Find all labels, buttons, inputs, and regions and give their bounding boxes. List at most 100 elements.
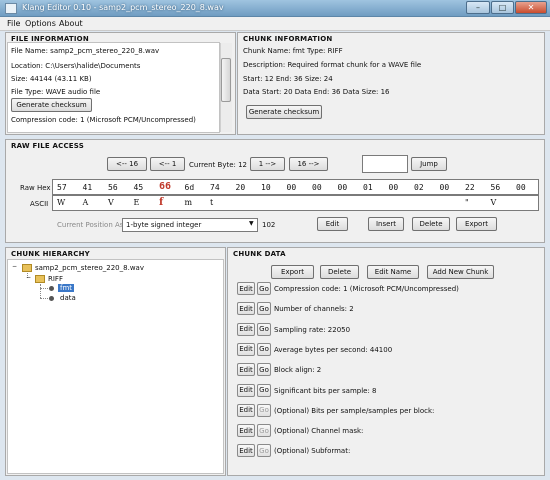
ascii-char-cell[interactable]: V bbox=[108, 198, 114, 207]
hex-byte-cell[interactable]: 74 bbox=[210, 183, 220, 192]
tree-item-fmt[interactable]: fmt bbox=[58, 284, 75, 292]
hex-byte-cell[interactable]: 02 bbox=[414, 183, 424, 192]
chunk-generate-checksum-button[interactable]: Generate checksum bbox=[246, 105, 322, 119]
menu-options[interactable]: Options bbox=[25, 19, 56, 28]
tree-root-item[interactable]: samp2_pcm_stereo_220_8.wav bbox=[35, 264, 144, 272]
hex-byte-cell[interactable]: 00 bbox=[440, 183, 450, 192]
raw-export-button[interactable]: Export bbox=[456, 217, 497, 231]
chevron-down-icon: ▼ bbox=[249, 220, 254, 227]
field-edit-button[interactable]: Edit bbox=[237, 342, 255, 356]
hex-byte-cell[interactable]: 6d bbox=[185, 183, 195, 192]
back-16-button[interactable]: <-- 16 bbox=[107, 157, 147, 171]
raw-access-title: RAW FILE ACCESS bbox=[11, 142, 84, 150]
riff-folder-icon bbox=[35, 275, 45, 283]
minimize-button[interactable]: – bbox=[466, 1, 490, 14]
ascii-char-cell[interactable]: W bbox=[57, 198, 65, 207]
ascii-char-cell[interactable]: V bbox=[491, 198, 497, 207]
menu-about[interactable]: About bbox=[59, 19, 83, 28]
maximize-button[interactable]: □ bbox=[491, 1, 514, 14]
hex-byte-cell[interactable]: 20 bbox=[236, 183, 246, 192]
field-edit-button[interactable]: Edit bbox=[237, 424, 255, 438]
chunk-description-text: Description: Required format chunk for a… bbox=[243, 61, 422, 69]
back-1-button[interactable]: <-- 1 bbox=[150, 157, 185, 171]
ascii-char-cell[interactable]: " bbox=[465, 198, 469, 207]
chunk-delete-button[interactable]: Delete bbox=[320, 265, 359, 279]
field-go-button[interactable]: Go bbox=[257, 444, 271, 458]
chunk-data-title: CHUNK DATA bbox=[233, 250, 286, 258]
ascii-label: ASCII bbox=[30, 200, 49, 208]
chunk-data-panel bbox=[227, 247, 545, 476]
close-button[interactable]: ✕ bbox=[515, 1, 547, 14]
raw-edit-button[interactable]: Edit bbox=[317, 217, 348, 231]
field-edit-button[interactable]: Edit bbox=[237, 363, 255, 377]
field-go-button[interactable]: Go bbox=[257, 363, 271, 377]
hex-byte-cell[interactable]: 57 bbox=[57, 183, 67, 192]
chunk-field-text: Significant bits per sample: 8 bbox=[274, 386, 377, 395]
hex-row[interactable]: 57 41 56 45 66 6d 74 20 10 00 00 00 01 00 02 00 22 56 00 bbox=[52, 179, 539, 195]
raw-hex-label: Raw Hex bbox=[20, 184, 51, 192]
ascii-char-cell[interactable]: f bbox=[159, 197, 163, 208]
ascii-char-cell[interactable]: A bbox=[83, 198, 89, 207]
hex-byte-cell[interactable]: 00 bbox=[312, 183, 322, 192]
field-edit-button[interactable]: Edit bbox=[237, 444, 255, 458]
field-go-button[interactable]: Go bbox=[257, 383, 271, 397]
hex-byte-cell[interactable]: 22 bbox=[465, 183, 475, 192]
field-go-button[interactable]: Go bbox=[257, 322, 271, 336]
hex-byte-cell[interactable]: 10 bbox=[261, 183, 271, 192]
position-type-value: 1-byte signed integer bbox=[126, 221, 202, 229]
tree-item-data[interactable]: data bbox=[60, 294, 76, 302]
hex-byte-cell[interactable]: 56 bbox=[491, 183, 501, 192]
jump-byte-input[interactable] bbox=[362, 155, 408, 173]
field-edit-button[interactable]: Edit bbox=[237, 282, 255, 295]
forward-1-button[interactable]: 1 --> bbox=[250, 157, 285, 171]
app-icon bbox=[5, 3, 17, 14]
ascii-row[interactable]: W A V Ef m t " V bbox=[52, 195, 539, 211]
jump-button[interactable]: Jump bbox=[411, 157, 447, 171]
hex-byte-cell[interactable]: 00 bbox=[338, 183, 348, 192]
file-generate-checksum-button[interactable]: Generate checksum bbox=[11, 98, 92, 112]
current-byte-text: Current Byte: 12 bbox=[189, 161, 248, 169]
chunk-field-text: Number of channels: 2 bbox=[274, 305, 354, 314]
hex-byte-cell[interactable]: 56 bbox=[108, 183, 118, 192]
hex-byte-cell[interactable]: 66 bbox=[159, 181, 171, 192]
tree-collapse-toggle-root[interactable]: − bbox=[12, 263, 17, 270]
position-value-text: 102 bbox=[262, 221, 276, 229]
field-go-button[interactable]: Go bbox=[257, 424, 271, 438]
chunk-name-text: Chunk Name: fmt Type: RIFF bbox=[243, 47, 343, 55]
field-edit-button[interactable]: Edit bbox=[237, 302, 255, 316]
field-go-button[interactable]: Go bbox=[257, 403, 271, 417]
field-edit-button[interactable]: Edit bbox=[237, 383, 255, 397]
menu-file[interactable]: File bbox=[7, 19, 20, 28]
tree-collapse-toggle-riff[interactable]: − bbox=[26, 274, 31, 281]
field-go-button[interactable]: Go bbox=[257, 342, 271, 356]
chunk-export-button[interactable]: Export bbox=[271, 265, 314, 279]
hex-byte-cell[interactable]: 41 bbox=[83, 183, 93, 192]
field-go-button[interactable]: Go bbox=[257, 302, 271, 316]
add-new-chunk-button[interactable]: Add New Chunk bbox=[427, 265, 494, 279]
raw-delete-button[interactable]: Delete bbox=[412, 217, 450, 231]
field-go-button[interactable]: Go bbox=[257, 282, 271, 295]
ascii-char-cell[interactable]: E bbox=[134, 198, 140, 207]
tree-riff-item[interactable]: RIFF bbox=[48, 275, 63, 283]
file-info-scroll-thumb[interactable] bbox=[221, 58, 231, 102]
ascii-char-cell[interactable]: t bbox=[210, 198, 213, 207]
hex-byte-cell[interactable]: 00 bbox=[516, 183, 526, 192]
root-file-icon bbox=[22, 264, 32, 272]
chunk-field-text: (Optional) Channel mask: bbox=[274, 427, 364, 436]
raw-insert-button[interactable]: Insert bbox=[368, 217, 404, 231]
field-edit-button[interactable]: Edit bbox=[237, 403, 255, 417]
file-size-text: Size: 44144 (43.11 KB) bbox=[11, 75, 92, 83]
hex-byte-cell[interactable]: 01 bbox=[363, 183, 373, 192]
compression-code-text: Compression code: 1 (Microsoft PCM/Uncom… bbox=[11, 116, 196, 124]
hex-byte-cell[interactable]: 00 bbox=[389, 183, 399, 192]
chunk-field-text: (Optional) Subformat: bbox=[274, 447, 351, 456]
edit-name-button[interactable]: Edit Name bbox=[367, 265, 419, 279]
hex-byte-cell[interactable]: 00 bbox=[287, 183, 297, 192]
chunk-field-text: Average bytes per second: 44100 bbox=[274, 345, 393, 354]
ascii-char-cell[interactable]: m bbox=[185, 198, 193, 207]
chunk-field-text: (Optional) Bits per sample/samples per b… bbox=[274, 406, 435, 415]
chunk-info-title: CHUNK INFORMATION bbox=[243, 35, 333, 43]
forward-16-button[interactable]: 16 --> bbox=[289, 157, 328, 171]
field-edit-button[interactable]: Edit bbox=[237, 322, 255, 336]
hex-byte-cell[interactable]: 45 bbox=[134, 183, 144, 192]
